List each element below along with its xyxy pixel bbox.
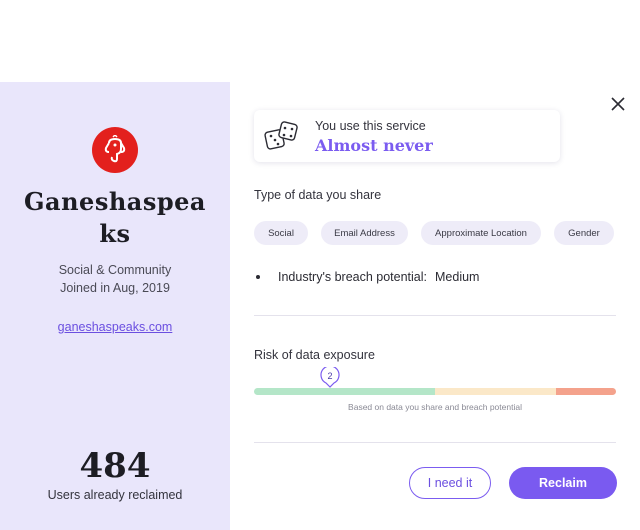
service-category: Social & Community — [58, 263, 172, 277]
reclaimed-label: Users already reclaimed — [47, 488, 183, 502]
reclaimed-count: 484 — [79, 446, 151, 486]
service-name: Ganeshaspeaks — [24, 187, 206, 248]
divider — [254, 315, 616, 316]
risk-title: Risk of data exposure — [254, 348, 375, 362]
breach-label: Industry's breach potential: — [278, 270, 427, 284]
ganesha-logo-icon — [104, 135, 126, 163]
risk-note: Based on data you share and breach poten… — [348, 402, 522, 412]
usage-value: Almost never — [315, 136, 433, 155]
data-type-chip: Approximate Location — [421, 221, 541, 245]
service-summary-panel: Ganeshaspeaks Social & Community Joined … — [0, 82, 230, 530]
dice-icon — [264, 121, 298, 150]
usage-frequency-card: You use this service Almost never — [254, 110, 560, 162]
data-type-chip: Gender — [554, 221, 614, 245]
risk-segment-medium — [435, 388, 556, 395]
risk-meter — [254, 388, 616, 395]
divider — [254, 442, 616, 443]
breach-value: Medium — [435, 270, 480, 284]
data-type-chip: Email Address — [321, 221, 408, 245]
risk-segment-low — [254, 388, 435, 395]
data-types-title: Type of data you share — [254, 188, 382, 202]
reclaim-button[interactable]: Reclaim — [509, 467, 617, 499]
joined-date: Joined in Aug, 2019 — [60, 281, 170, 295]
risk-segment-high — [556, 388, 616, 395]
service-website-link[interactable]: ganeshaspeaks.com — [0, 320, 230, 334]
service-dialog: Ganeshaspeaks Social & Community Joined … — [0, 82, 640, 530]
data-type-chip: Social — [254, 221, 308, 245]
service-logo — [92, 127, 138, 173]
risk-score: 2 — [327, 371, 333, 381]
breach-potential-row: Industry's breach potential: Medium — [254, 270, 479, 284]
close-icon — [611, 97, 625, 111]
close-button[interactable] — [606, 92, 630, 116]
i-need-it-button[interactable]: I need it — [409, 467, 491, 499]
bullet-icon — [256, 275, 260, 279]
usage-label: You use this service — [315, 119, 426, 133]
